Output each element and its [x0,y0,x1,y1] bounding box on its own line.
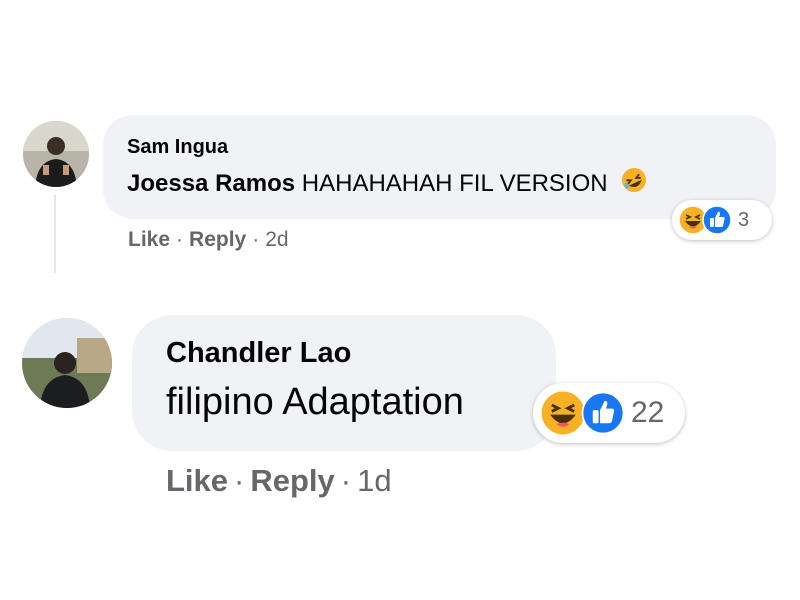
like-button[interactable]: Like [166,463,228,498]
comment-actions: Like · Reply · 2d [128,228,289,252]
reply-button[interactable]: Reply [189,228,246,251]
like-button[interactable]: Like [128,228,170,251]
reaction-summary[interactable]: 22 [533,383,685,443]
timestamp[interactable]: 2d [265,228,288,251]
avatar[interactable] [22,318,112,408]
separator: · [176,228,184,251]
comment-body: filipino Adaptation [166,381,464,423]
avatar[interactable] [23,121,89,187]
reaction-summary[interactable]: 3 [672,200,772,240]
comment-body: HAHAHAHAH FIL VERSION [301,170,608,197]
mention-link[interactable]: Joessa Ramos [127,170,295,197]
like-icon [581,391,625,435]
comment-author[interactable]: Chandler Lao [166,337,351,370]
comment-text: Joessa Ramos HAHAHAHAH FIL VERSION [127,166,648,201]
separator: · [234,463,245,498]
like-icon [702,205,732,235]
comment-author[interactable]: Sam Ingua [127,136,228,159]
haha-icon [539,389,587,437]
reaction-count: 22 [631,396,665,429]
reaction-count: 3 [738,208,750,231]
timestamp[interactable]: 1d [357,463,391,498]
rolling-on-floor-laughing-icon [620,166,648,201]
separator: · [252,228,260,251]
separator: · [340,463,352,498]
comment-actions: Like · Reply · 1d [166,463,392,499]
thread-line [54,195,56,273]
reply-button[interactable]: Reply [250,463,334,498]
